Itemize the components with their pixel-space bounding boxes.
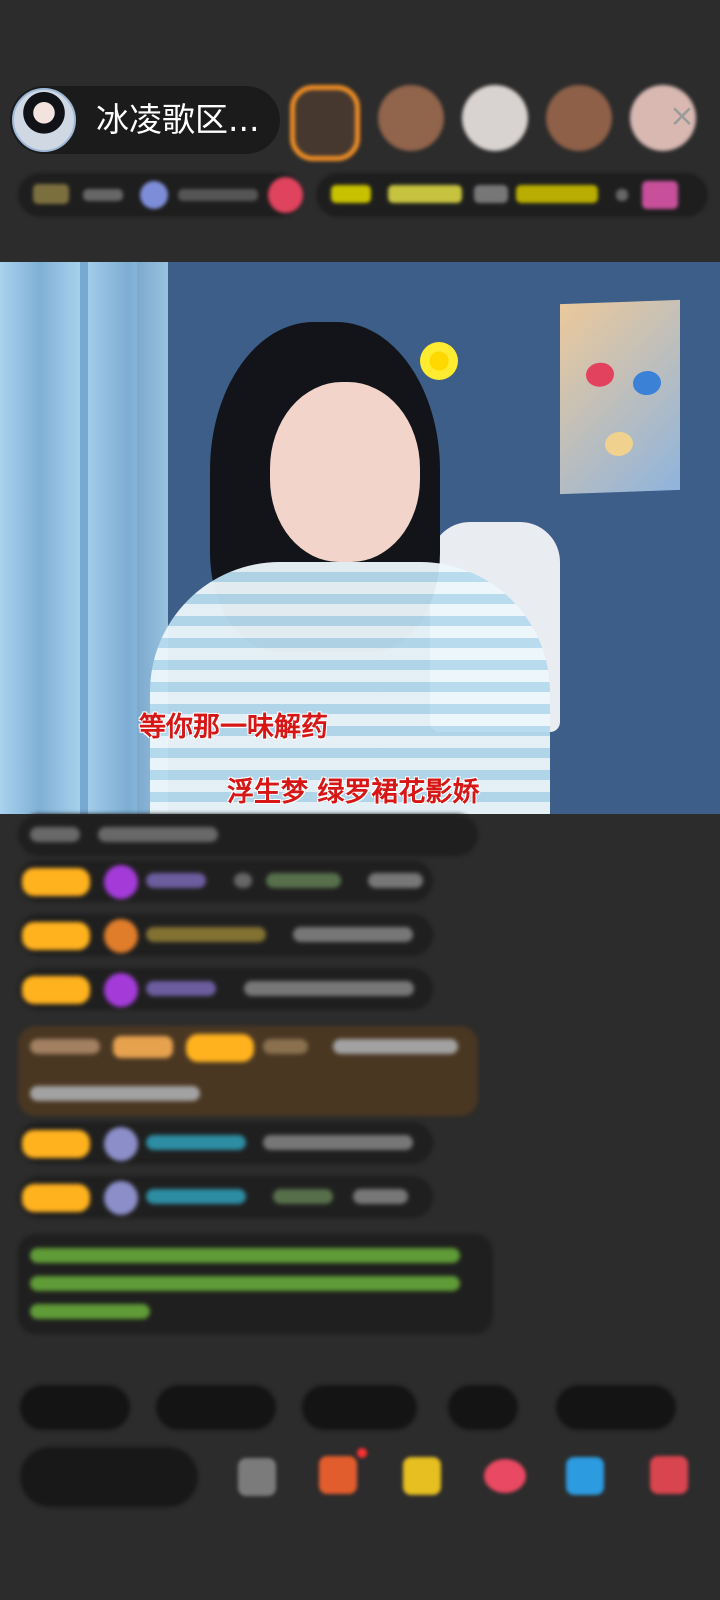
host-avatar[interactable]: [12, 88, 76, 152]
live-video-stream[interactable]: [0, 262, 720, 814]
live-status-row: [18, 173, 708, 217]
chat-message[interactable]: [18, 1176, 433, 1218]
gift-box-icon[interactable]: [238, 1458, 276, 1496]
close-icon[interactable]: ×: [665, 99, 699, 133]
hearts-icon[interactable]: [484, 1459, 526, 1493]
chat-message[interactable]: [18, 860, 433, 902]
chat-message[interactable]: [18, 914, 433, 956]
viewer-avatar[interactable]: [546, 85, 612, 151]
quick-reply-button[interactable]: [556, 1385, 676, 1430]
live-room-header: 冰凌歌区... ×: [0, 0, 720, 262]
lyric-line-one: 等你那一味解药: [139, 712, 328, 743]
live-chat-feed[interactable]: [0, 814, 720, 1354]
flower-sticker-icon: [420, 342, 458, 380]
chat-message[interactable]: [18, 1122, 433, 1164]
top-viewer-avatar[interactable]: [290, 85, 360, 161]
quick-reply-button[interactable]: [448, 1385, 518, 1430]
share-icon[interactable]: [566, 1457, 604, 1495]
lyric-line-two: 浮生梦 绿罗裙花影娇: [227, 777, 480, 808]
viewer-avatar[interactable]: [378, 85, 444, 151]
bottom-toolbar: [0, 1447, 720, 1517]
wall-painting: [560, 299, 680, 495]
system-chat-message[interactable]: [18, 1234, 493, 1334]
red-packet-icon[interactable]: [319, 1456, 357, 1494]
viewer-avatar[interactable]: [462, 85, 528, 151]
treasure-icon[interactable]: [403, 1457, 441, 1495]
quick-reply-button[interactable]: [156, 1385, 276, 1430]
highlight-chat-message[interactable]: [18, 1026, 478, 1116]
host-profile-pill[interactable]: 冰凌歌区...: [10, 86, 280, 154]
quick-reply-button[interactable]: [302, 1385, 417, 1430]
quick-reply-row[interactable]: [20, 1385, 720, 1430]
room-stats-chip[interactable]: [18, 173, 303, 217]
chat-message[interactable]: [18, 814, 478, 856]
chat-message[interactable]: [18, 968, 433, 1010]
activity-chip[interactable]: [316, 173, 708, 217]
host-name[interactable]: 冰凌歌区...: [96, 100, 259, 140]
notification-dot: [357, 1448, 367, 1458]
chat-input[interactable]: [20, 1447, 198, 1507]
streamer-face: [270, 382, 420, 562]
quick-reply-button[interactable]: [20, 1385, 130, 1430]
more-tools-icon[interactable]: [650, 1456, 688, 1494]
viewer-avatar-list[interactable]: [290, 85, 696, 161]
curtain-left: [0, 262, 80, 814]
